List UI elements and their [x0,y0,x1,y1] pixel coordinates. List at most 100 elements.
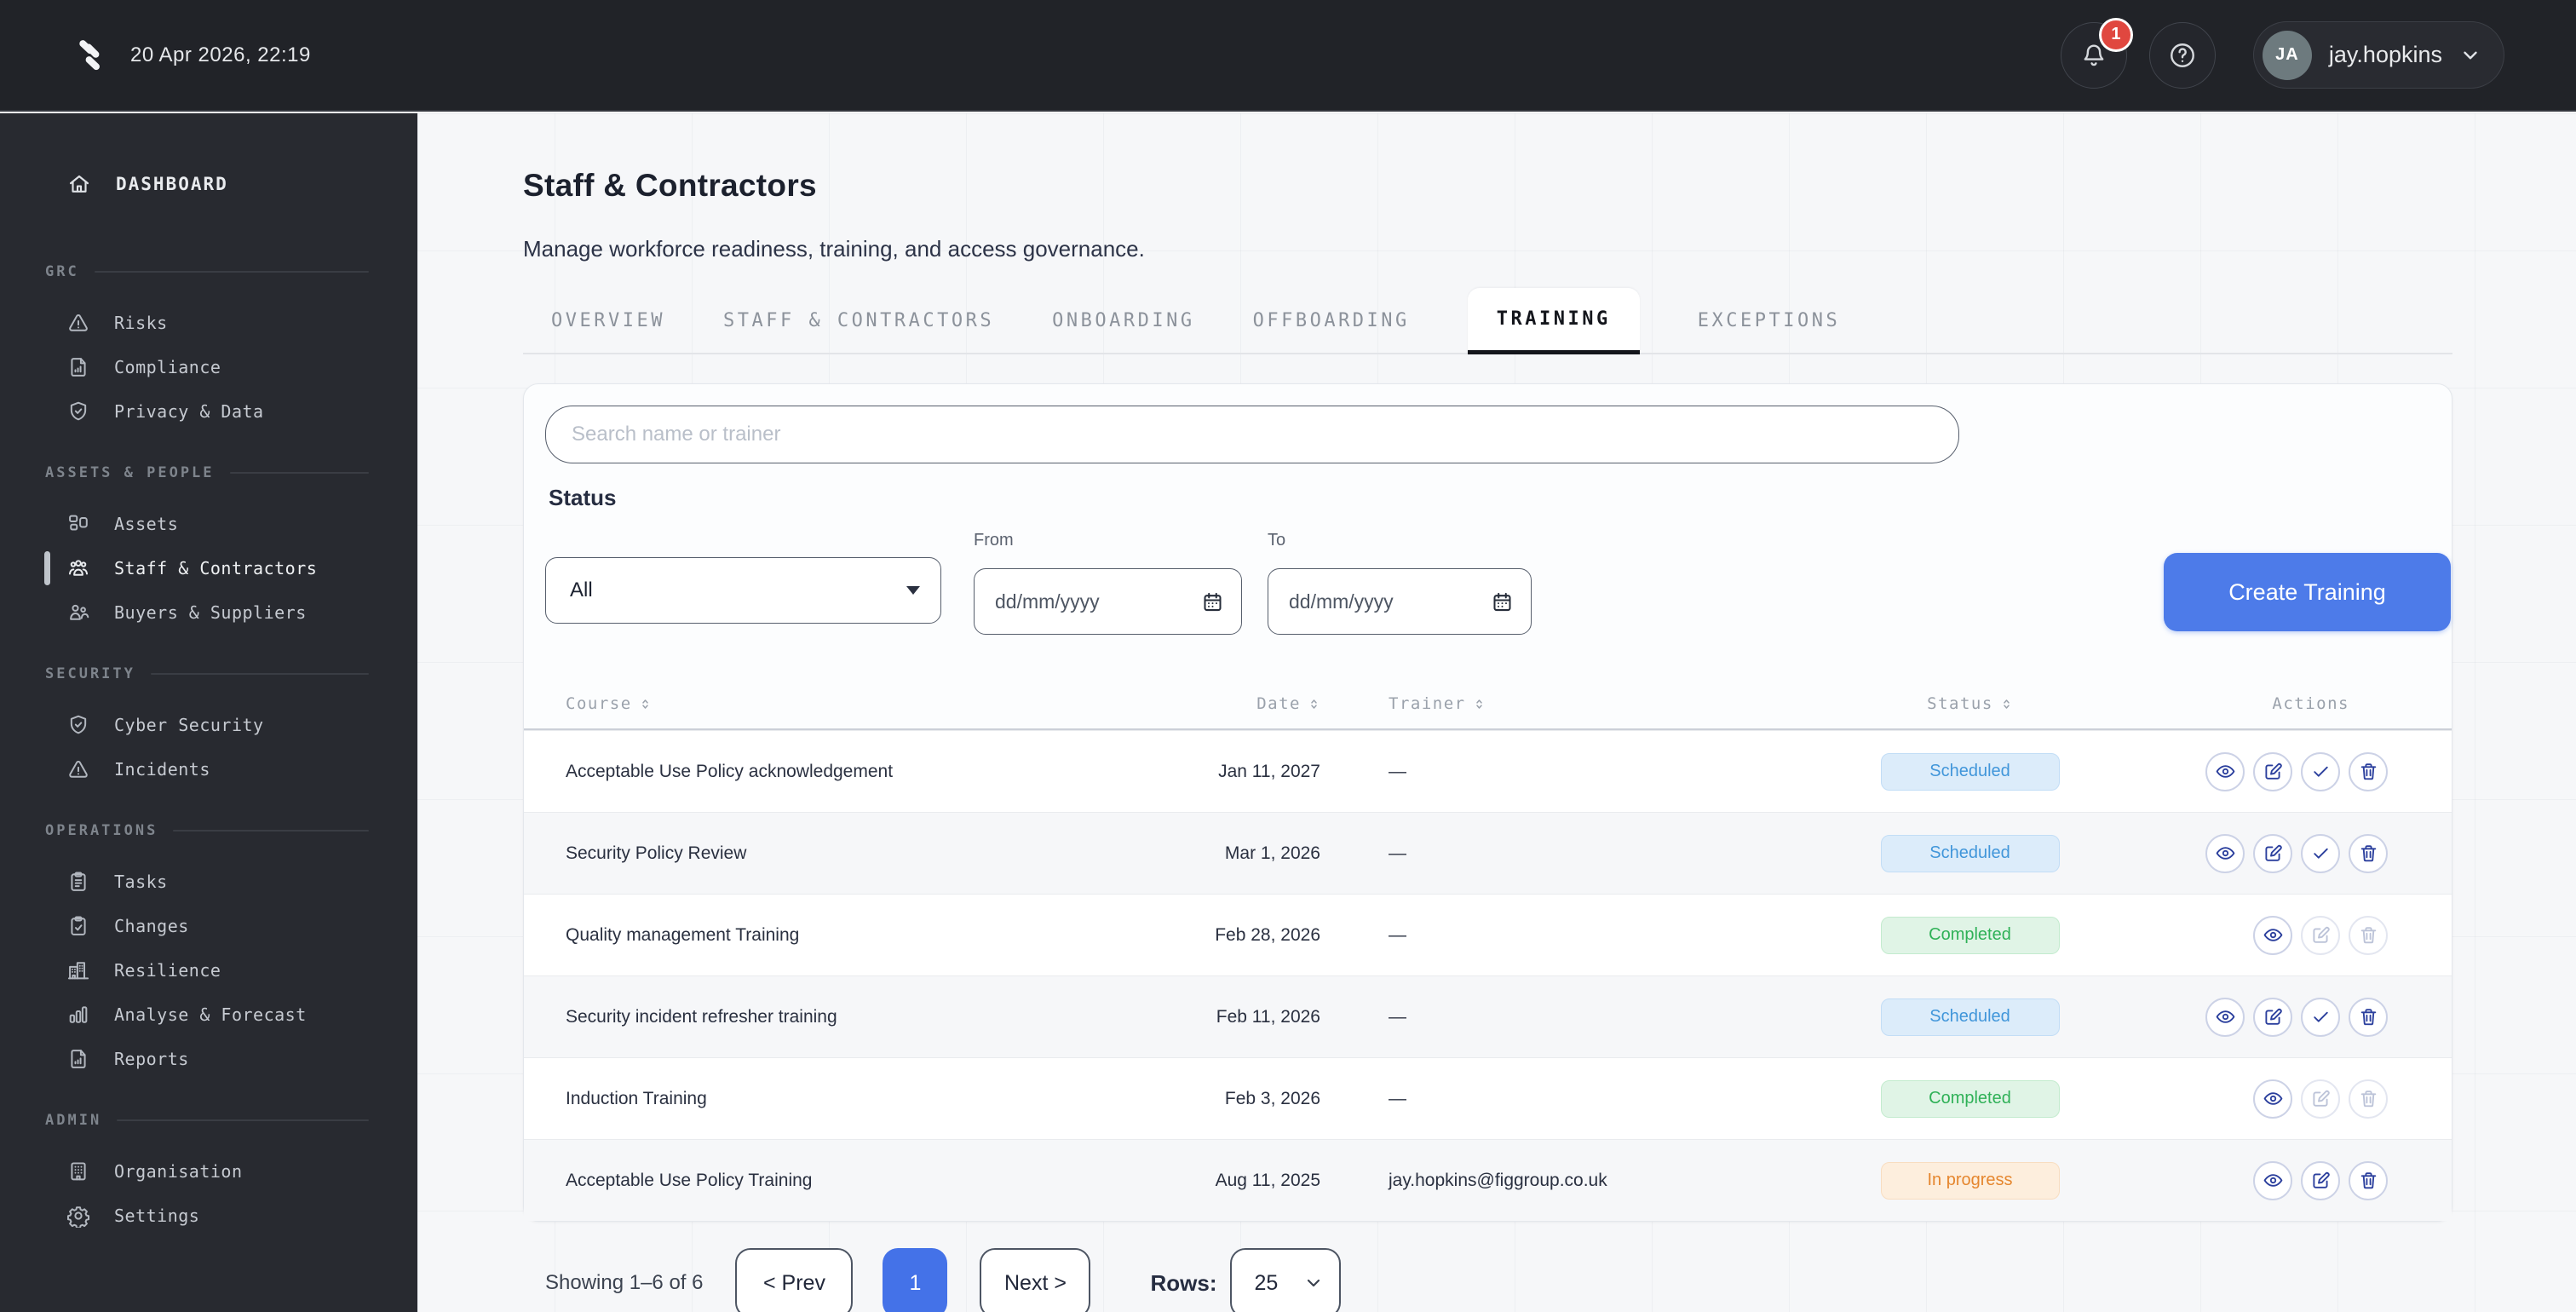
view-button[interactable] [2253,1079,2292,1119]
view-button[interactable] [2253,915,2292,955]
user-name: jay.hopkins [2328,42,2442,67]
view-button[interactable] [2253,1160,2292,1200]
user-menu[interactable]: JA jay.hopkins [2252,21,2504,89]
table-row: Induction Training Feb 3, 2026 — Complet… [524,1057,2452,1139]
sidebar-item-incidents[interactable]: Incidents [0,747,417,791]
sort-icon [639,698,652,711]
search-input[interactable] [545,406,1959,463]
date-cell: Aug 11, 2025 [1215,1170,1320,1190]
section-title: SECURITY [0,664,417,684]
edit-button[interactable] [2301,1160,2340,1200]
course-cell: Security incident refresher training [566,1006,837,1027]
edit-button[interactable] [2253,751,2292,791]
delete-button[interactable] [2349,751,2388,791]
sidebar-item-analyse-forecast[interactable]: Analyse & Forecast [0,993,417,1037]
sidebar-item-tasks[interactable]: Tasks [0,860,417,904]
date-cell: Mar 1, 2026 [1224,843,1320,863]
home-icon [66,171,92,197]
edit-button [2301,1079,2340,1119]
eye-icon [2263,1170,2284,1191]
shield-check-icon [66,400,90,423]
view-button[interactable] [2205,997,2245,1037]
complete-button[interactable] [2301,997,2340,1037]
sidebar-item-organisation[interactable]: Organisation [0,1149,417,1194]
tab-offboarding[interactable]: OFFBOARDING [1253,310,1410,331]
sidebar-item-compliance[interactable]: Compliance [0,345,417,389]
building-icon [66,1160,90,1183]
sidebar-section-assets-people: ASSETS & PEOPLE Assets Staff & Contracto… [0,463,417,635]
table-header-status[interactable]: Status [1870,679,2070,728]
table-header-course[interactable]: Course [566,679,652,728]
sidebar-section-admin: ADMIN Organisation Settings [0,1110,417,1238]
from-date-input[interactable]: dd/mm/yyyy [974,568,1242,635]
trash-icon [2358,1088,2379,1109]
calendar-icon[interactable] [1201,590,1224,613]
sidebar-item-risks[interactable]: Risks [0,301,417,345]
section-title: ADMIN [0,1110,417,1131]
view-button[interactable] [2205,833,2245,873]
edit-button [2301,915,2340,955]
section-rule [117,1119,369,1121]
sidebar-item-privacy-data[interactable]: Privacy & Data [0,389,417,434]
complete-button[interactable] [2301,751,2340,791]
trainer-cell: — [1389,761,1406,781]
complete-button[interactable] [2301,833,2340,873]
tab-overview[interactable]: OVERVIEW [551,310,665,331]
sidebar-item-cyber-security[interactable]: Cyber Security [0,703,417,747]
sidebar-item-staff-contractors[interactable]: Staff & Contractors [0,546,417,590]
status-cell: Completed [1870,895,2070,975]
sidebar-item-buyers-suppliers[interactable]: Buyers & Suppliers [0,590,417,635]
status-filter-select[interactable]: All [545,557,941,624]
tab-onboarding[interactable]: ONBOARDING [1052,310,1194,331]
edit-button[interactable] [2253,997,2292,1037]
rows-per-page-select[interactable]: 25 [1230,1248,1342,1312]
next-page-button[interactable]: Next > [980,1248,1091,1312]
course-cell: Acceptable Use Policy acknowledgement [566,761,894,781]
sidebar-item-assets[interactable]: Assets [0,502,417,546]
table-header-trainer[interactable]: Trainer [1389,679,1486,728]
course-cell: Induction Training [566,1088,707,1108]
shield-check-icon [66,713,90,737]
eye-icon [2215,761,2236,782]
help-button[interactable] [2148,21,2216,89]
rows-per-page-label: Rows: [1150,1269,1217,1296]
sidebar-item-dashboard[interactable]: DASHBOARD [0,162,417,206]
calendar-icon[interactable] [1491,590,1514,613]
actions-cell [2205,976,2388,1057]
pencil-square-icon [2263,1006,2284,1027]
prev-page-button[interactable]: < Prev [735,1248,854,1312]
select-arrow-icon [906,586,920,595]
delete-button[interactable] [2349,1160,2388,1200]
eye-icon [2263,924,2284,946]
chevron-down-icon [1303,1273,1324,1293]
table-header-date[interactable]: Date [1180,679,1320,728]
page-subtitle: Manage workforce readiness, training, an… [523,236,1145,262]
sidebar-item-changes[interactable]: Changes [0,904,417,948]
edit-button[interactable] [2253,833,2292,873]
warning-triangle-icon [66,311,90,335]
page-1-button[interactable]: 1 [883,1248,948,1312]
tab-training[interactable]: TRAINING [1467,288,1640,354]
sidebar-item-reports[interactable]: Reports [0,1037,417,1081]
status-cell: Scheduled [1870,813,2070,894]
sidebar-item-settings[interactable]: Settings [0,1194,417,1238]
tab-staff-contractors[interactable]: STAFF & CONTRACTORS [723,310,994,331]
trash-icon [2358,761,2379,782]
pencil-square-icon [2310,1170,2332,1191]
tab-exceptions[interactable]: EXCEPTIONS [1698,310,1840,331]
trainer-cell: — [1389,924,1406,945]
sidebar: DASHBOARD GRC Risks Compliance Privacy &… [0,113,417,1312]
people-group-icon [66,556,90,580]
delete-button[interactable] [2349,997,2388,1037]
status-badge: In progress [1880,1161,2060,1200]
clipboard-check-icon [66,914,90,938]
notifications-button[interactable]: 1 [2060,17,2133,89]
table-header-row: Course Date Trainer Status Actions [524,679,2452,730]
to-date-input[interactable]: dd/mm/yyyy [1268,568,1532,635]
delete-button[interactable] [2349,833,2388,873]
view-button[interactable] [2205,751,2245,791]
grid-icon [66,512,90,536]
sidebar-item-resilience[interactable]: Resilience [0,948,417,993]
sidebar-section-security: SECURITY Cyber Security Incidents [0,664,417,791]
create-training-button[interactable]: Create Training [2164,553,2451,631]
